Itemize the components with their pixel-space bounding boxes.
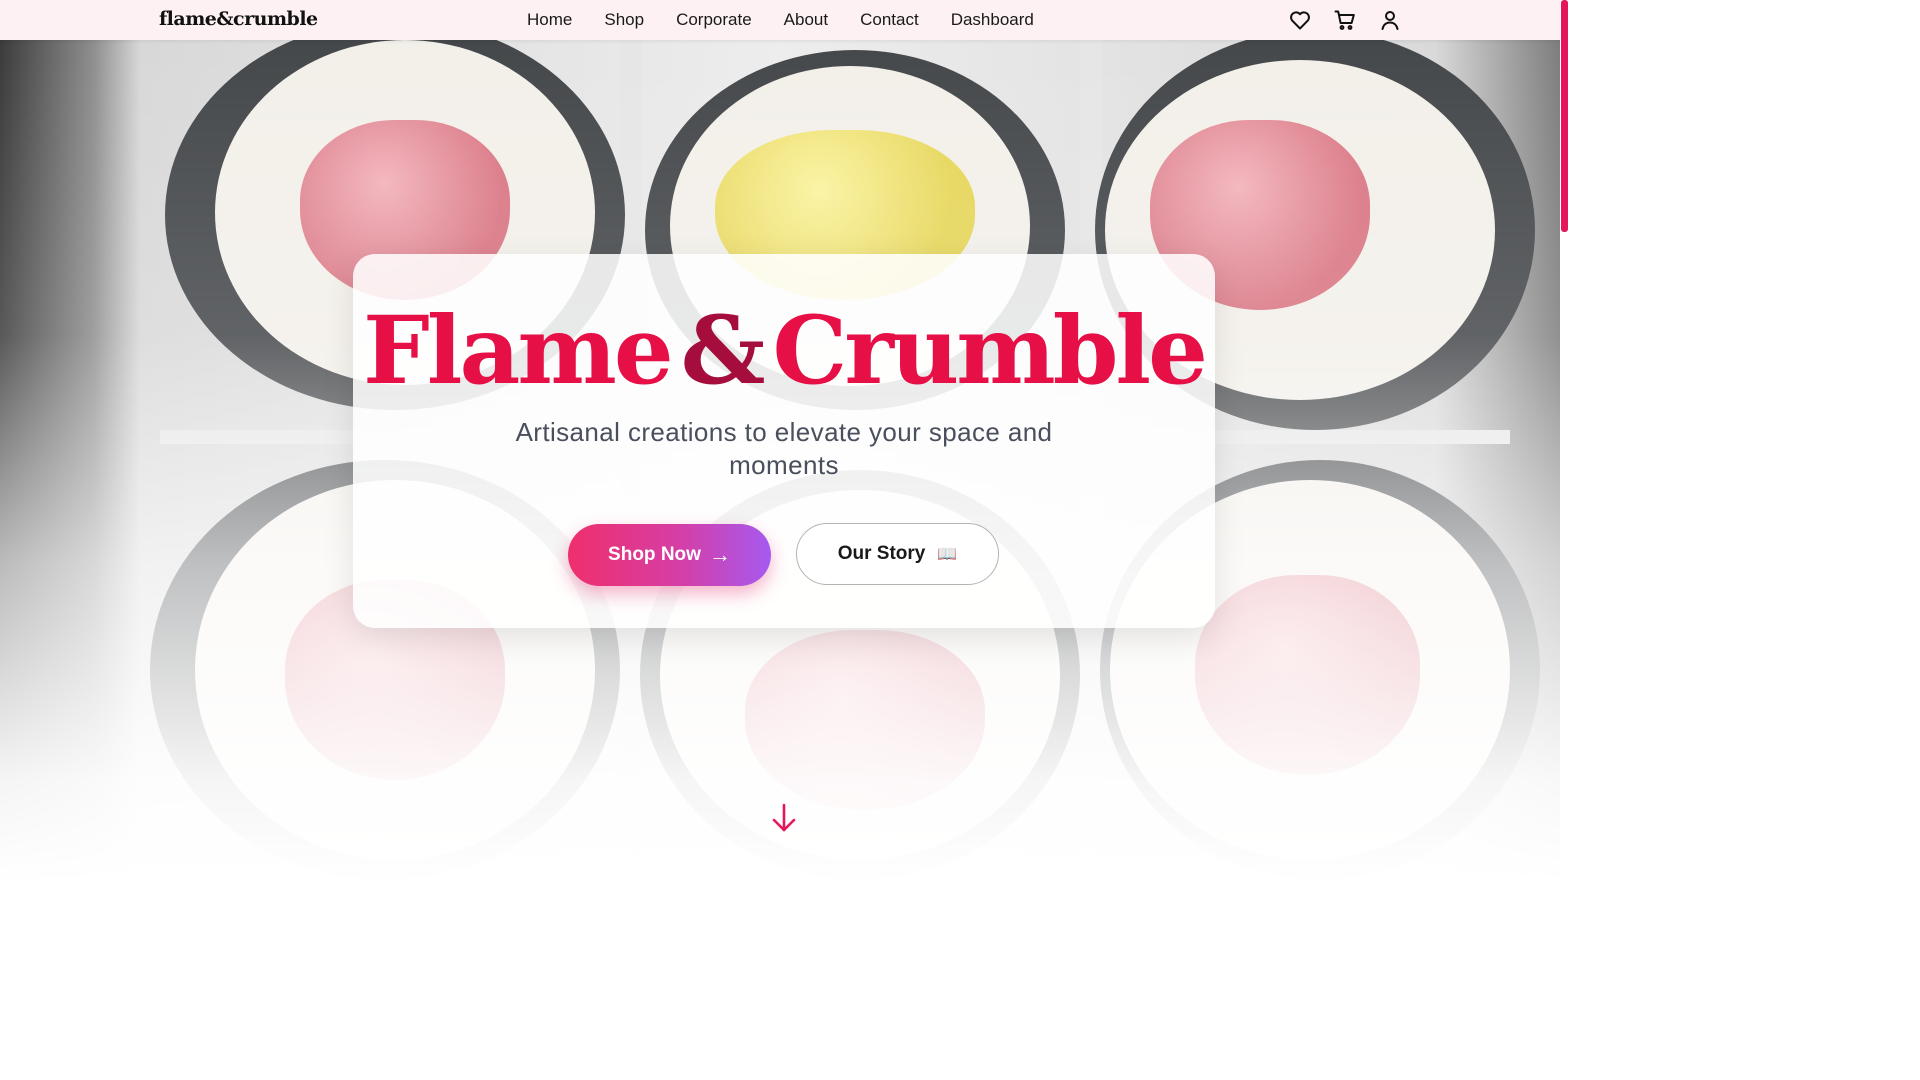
our-story-label: Our Story [837,543,926,564]
nav-link-contact[interactable]: Contact [860,10,919,30]
heart-icon[interactable] [1288,8,1312,32]
app-root: flame&crumble Home Shop Corporate About … [0,0,1568,882]
top-navbar: flame&crumble Home Shop Corporate About … [0,0,1560,40]
book-icon: 📖 [937,546,958,563]
arrow-down-icon[interactable] [770,802,798,834]
hero-title: Flame & Crumble [353,296,1215,406]
hero-subtitle: Artisanal creations to elevate your spac… [515,417,1053,480]
nav-link-shop[interactable]: Shop [604,10,644,30]
nav-links: Home Shop Corporate About Contact Dashbo… [527,0,1034,40]
nav-icons [1288,8,1402,32]
hero-title-ampersand: & [680,296,766,406]
nav-link-home[interactable]: Home [527,10,572,30]
scrollbar-thumb[interactable] [1561,0,1568,232]
nav-link-about[interactable]: About [784,10,828,30]
our-story-button[interactable]: Our Story 📖 [796,523,999,585]
arrow-right-icon: → [708,542,731,567]
shop-now-button[interactable]: Shop Now → [568,524,771,586]
cart-icon[interactable] [1333,8,1357,32]
hero-title-part1: Flame [363,296,674,406]
brand-logo[interactable]: flame&crumble [159,8,318,30]
nav-link-corporate[interactable]: Corporate [676,10,752,30]
hero-card: Flame & Crumble Artisanal creations to ele… [353,254,1215,628]
user-icon[interactable] [1378,8,1402,32]
nav-link-dashboard[interactable]: Dashboard [951,10,1034,30]
hero-title-part2: Crumble [772,296,1208,406]
shop-now-label: Shop Now [608,544,701,565]
